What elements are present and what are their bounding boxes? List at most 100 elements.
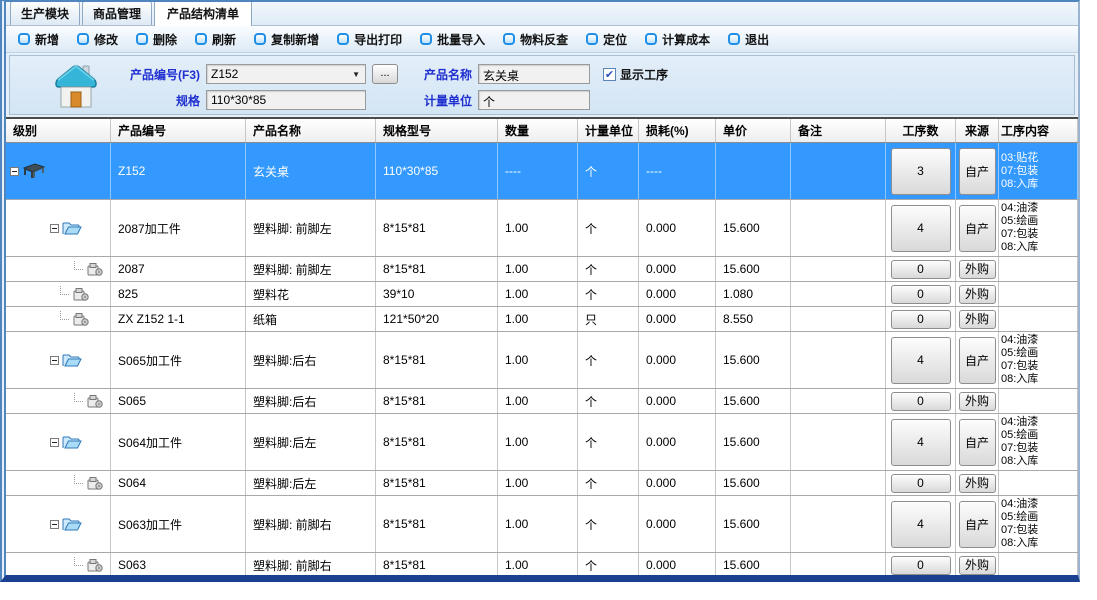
note-cell [791, 307, 886, 331]
table-row[interactable]: ZX Z152 1-1 纸箱 121*50*20 1.00 只 0.000 8.… [6, 307, 1078, 332]
source-button[interactable]: 自产 [959, 419, 996, 466]
add-button[interactable]: 新增 [18, 31, 59, 48]
table-row[interactable]: S065 塑料脚:后右 8*15*81 1.00 个 0.000 15.600 … [6, 389, 1078, 414]
source-button[interactable]: 自产 [959, 205, 996, 252]
source-button[interactable]: 外购 [959, 310, 996, 329]
spec-cell: 8*15*81 [376, 389, 498, 413]
unit-cell: 个 [578, 143, 639, 199]
level-cell [6, 307, 111, 331]
blue-square-icon [586, 33, 598, 45]
process-count-cell: 4 [886, 332, 956, 388]
table-row[interactable]: 2087 塑料脚: 前脚左 8*15*81 1.00 个 0.000 15.60… [6, 257, 1078, 282]
table-row[interactable]: S064加工件 塑料脚:后左 8*15*81 1.00 个 0.000 15.6… [6, 414, 1078, 471]
process-count-button[interactable]: 3 [891, 148, 951, 195]
table-row[interactable]: 825 塑料花 39*10 1.00 个 0.000 1.080 0 外购 [6, 282, 1078, 307]
column-header-product-name[interactable]: 产品名称 [246, 119, 376, 142]
column-header-note[interactable]: 备注 [791, 119, 886, 142]
process-count-button[interactable]: 0 [891, 474, 951, 493]
table-row[interactable]: 2087加工件 塑料脚: 前脚左 8*15*81 1.00 个 0.000 15… [6, 200, 1078, 257]
unit-cell: 个 [578, 496, 639, 552]
process-content-cell: 04:油漆 05:绘画 07:包装 08:入库 [999, 200, 1078, 256]
source-cell: 外购 [956, 307, 999, 331]
product-code-combo[interactable]: Z152 ▼ [206, 64, 366, 84]
table-row[interactable]: S064 塑料脚:后左 8*15*81 1.00 个 0.000 15.600 … [6, 471, 1078, 496]
source-cell: 自产 [956, 332, 999, 388]
column-header-spec[interactable]: 规格型号 [376, 119, 498, 142]
table-row[interactable]: Z152 玄关桌 110*30*85 ---- 个 ---- 3 自产 03:贴… [6, 143, 1078, 200]
column-header-source[interactable]: 来源 [956, 119, 999, 142]
process-count-button[interactable]: 0 [891, 285, 951, 304]
spec-cell: 8*15*81 [376, 553, 498, 577]
column-header-unit[interactable]: 计量单位 [578, 119, 639, 142]
tab-production-module[interactable]: 生产模块 [10, 1, 80, 25]
product-name-cell: 塑料脚: 前脚右 [246, 496, 376, 552]
source-cell: 自产 [956, 496, 999, 552]
source-button[interactable]: 外购 [959, 474, 996, 493]
qty-cell: 1.00 [498, 496, 578, 552]
column-header-qty[interactable]: 数量 [498, 119, 578, 142]
process-count-button[interactable]: 4 [891, 205, 951, 252]
refresh-button[interactable]: 刷新 [195, 31, 236, 48]
chevron-down-icon[interactable]: ▼ [352, 70, 361, 79]
batch-import-button-label: 批量导入 [437, 31, 485, 48]
process-count-cell: 0 [886, 553, 956, 577]
collapse-minus-toggle[interactable] [50, 520, 59, 529]
collapse-minus-toggle[interactable] [50, 224, 59, 233]
tab-product-structure-list[interactable]: 产品结构清单 [154, 0, 252, 26]
source-button[interactable]: 自产 [959, 501, 996, 548]
export-print-button[interactable]: 导出打印 [337, 31, 402, 48]
show-process-checkbox[interactable]: ✔ 显示工序 [603, 66, 668, 83]
batch-import-button[interactable]: 批量导入 [420, 31, 485, 48]
column-header-process-count[interactable]: 工序数 [886, 119, 956, 142]
process-count-button[interactable]: 0 [891, 556, 951, 575]
material-lookup-button[interactable]: 物料反查 [503, 31, 568, 48]
source-button[interactable]: 外购 [959, 285, 996, 304]
source-button[interactable]: 自产 [959, 148, 996, 195]
collapse-minus-toggle[interactable] [50, 438, 59, 447]
spec-field[interactable]: 110*30*85 [206, 90, 366, 110]
table-row[interactable]: S063 塑料脚: 前脚右 8*15*81 1.00 个 0.000 15.60… [6, 553, 1078, 578]
process-count-button[interactable]: 0 [891, 310, 951, 329]
tab-product-management[interactable]: 商品管理 [82, 1, 152, 25]
collapse-minus-toggle[interactable] [10, 167, 19, 176]
edit-button[interactable]: 修改 [77, 31, 118, 48]
level-cell [6, 414, 111, 470]
process-count-button[interactable]: 4 [891, 337, 951, 384]
tab-bar: 生产模块 商品管理 产品结构清单 [6, 2, 1078, 26]
tree-connector [74, 475, 83, 484]
column-header-product-code[interactable]: 产品编号 [111, 119, 246, 142]
toolbar: 新增 修改 删除 刷新 复制新增 导出打印 批量导入 物料反查 定位 计算成本 … [6, 26, 1078, 53]
process-count-button[interactable]: 0 [891, 392, 951, 411]
source-button[interactable]: 外购 [959, 392, 996, 411]
collapse-minus-toggle[interactable] [50, 356, 59, 365]
exit-button[interactable]: 退出 [728, 31, 769, 48]
column-header-level[interactable]: 级别 [6, 119, 111, 142]
unit-field[interactable]: 个 [478, 90, 590, 110]
column-header-price[interactable]: 单价 [716, 119, 791, 142]
level-cell [6, 553, 111, 577]
browse-button[interactable]: ... [372, 64, 398, 84]
product-name-cell: 塑料脚:后右 [246, 332, 376, 388]
table-row[interactable]: S065加工件 塑料脚:后右 8*15*81 1.00 个 0.000 15.6… [6, 332, 1078, 389]
column-header-loss[interactable]: 损耗(%) [639, 119, 716, 142]
source-button[interactable]: 外购 [959, 260, 996, 279]
calc-cost-button-label: 计算成本 [662, 31, 710, 48]
price-cell [716, 143, 791, 199]
copy-add-button-label: 复制新增 [271, 31, 319, 48]
source-button[interactable]: 外购 [959, 556, 996, 575]
process-count-button[interactable]: 4 [891, 501, 951, 548]
copy-add-button[interactable]: 复制新增 [254, 31, 319, 48]
loss-cell: 0.000 [639, 257, 716, 281]
table-row[interactable]: S063加工件 塑料脚: 前脚右 8*15*81 1.00 个 0.000 15… [6, 496, 1078, 553]
show-process-label: 显示工序 [620, 66, 668, 83]
price-cell: 15.600 [716, 471, 791, 495]
process-count-button[interactable]: 0 [891, 260, 951, 279]
source-button[interactable]: 自产 [959, 337, 996, 384]
product-name-field[interactable]: 玄关桌 [478, 64, 590, 84]
delete-button[interactable]: 删除 [136, 31, 177, 48]
spec-cell: 8*15*81 [376, 332, 498, 388]
calc-cost-button[interactable]: 计算成本 [645, 31, 710, 48]
process-count-button[interactable]: 4 [891, 419, 951, 466]
locate-button[interactable]: 定位 [586, 31, 627, 48]
column-header-process-content[interactable]: 工序内容 [999, 119, 1078, 142]
